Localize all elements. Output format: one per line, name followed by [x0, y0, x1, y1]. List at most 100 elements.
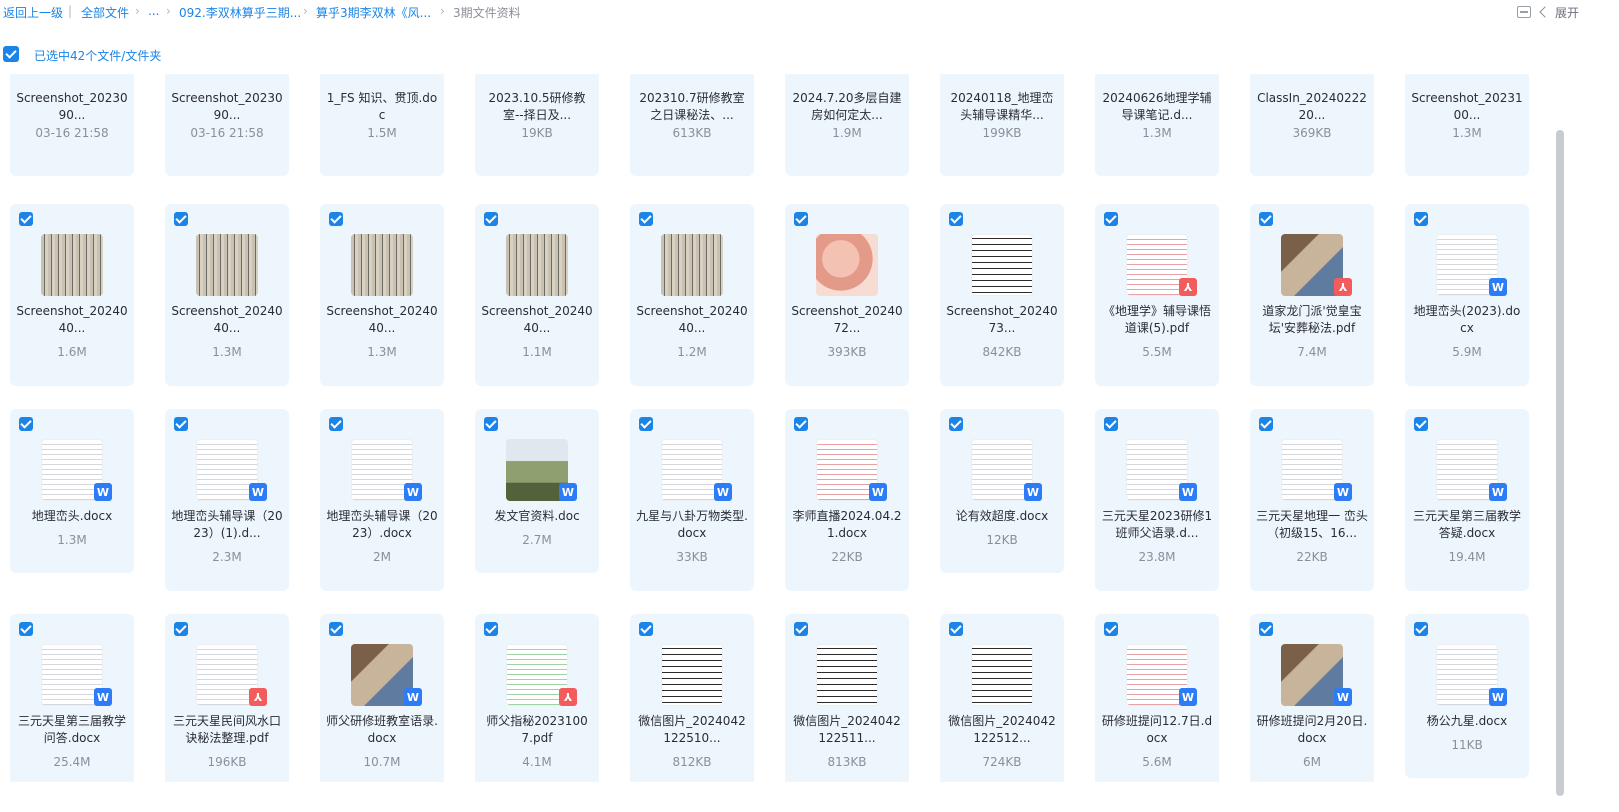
file-card[interactable]: W20240118_地理峦头辅导课精华...199KB — [940, 74, 1064, 176]
file-name: 2023.10.5研修教室--择日及... — [488, 91, 586, 122]
file-checkbox[interactable] — [484, 212, 498, 226]
file-card[interactable]: W 三元天星第三届教学问答.docx 25.4M — [10, 614, 134, 796]
file-checkbox[interactable] — [329, 622, 343, 636]
file-size: 196KB — [207, 755, 247, 769]
file-grid: Screenshot_2023090... 03-16 21:58 Screensh… — [0, 74, 1550, 812]
file-checkbox[interactable] — [329, 417, 343, 431]
file-card[interactable]: W 地理峦头.docx 1.3M — [10, 409, 134, 573]
breadcrumb-divider: | — [68, 4, 73, 18]
file-checkbox[interactable] — [19, 417, 33, 431]
file-checkbox[interactable] — [1104, 622, 1118, 636]
file-card[interactable]: 微信图片_2024042122512... 724KB — [940, 614, 1064, 796]
file-card[interactable]: Screenshot_2024040... 1.2M — [630, 204, 754, 386]
file-checkbox[interactable] — [1414, 212, 1428, 226]
file-checkbox[interactable] — [949, 212, 963, 226]
file-card[interactable]: Screenshot_2024040... 1.3M — [320, 204, 444, 386]
file-checkbox[interactable] — [794, 212, 808, 226]
file-card[interactable]: W 研修班提问12.7日.docx 5.6M — [1095, 614, 1219, 796]
file-checkbox[interactable] — [1414, 417, 1428, 431]
word-file-icon: W — [1334, 483, 1352, 501]
file-card[interactable]: W 发文官资料.doc 2.7M — [475, 409, 599, 573]
file-card[interactable]: W2023.10.5研修教室--择日及...19KB — [475, 74, 599, 176]
back-link[interactable]: 返回上一级 — [3, 4, 63, 21]
file-checkbox[interactable] — [794, 417, 808, 431]
file-card[interactable]: W 三元天星第三届教学答疑.docx 19.4M — [1405, 409, 1529, 591]
breadcrumb-folder-2[interactable]: 算乎3期李双林《风... — [316, 4, 431, 21]
file-checkbox[interactable] — [1259, 417, 1273, 431]
file-name: Screenshot_2024073... — [946, 304, 1058, 335]
file-checkbox[interactable] — [794, 622, 808, 636]
file-card[interactable]: W 地理峦头辅导课（2023）.docx 2M — [320, 409, 444, 591]
file-checkbox[interactable] — [639, 622, 653, 636]
file-card[interactable]: Screenshot_2024040... 1.6M — [10, 204, 134, 386]
file-card[interactable]: W2024.7.20多层自建房如何定太...1.9M — [785, 74, 909, 176]
file-card[interactable]: W1_FS 知识、贯顶.doc1.5M — [320, 74, 444, 176]
file-checkbox[interactable] — [174, 417, 188, 431]
file-card[interactable]: W202310.7研修教室之日课秘法、...613KB — [630, 74, 754, 176]
vertical-scrollbar[interactable] — [1556, 130, 1564, 796]
file-checkbox[interactable] — [174, 622, 188, 636]
file-card[interactable]: ClassIn_2024022220... 369KB — [1250, 74, 1374, 176]
file-size: 1.3M — [367, 345, 397, 359]
file-card[interactable]: Screenshot_2024072... 393KB — [785, 204, 909, 386]
breadcrumb-ellipsis[interactable]: ... — [148, 4, 159, 18]
file-card[interactable]: ⅄ 三元天星民间风水口诀秘法整理.pdf 196KB — [165, 614, 289, 796]
file-card[interactable]: 微信图片_2024042122510... 812KB — [630, 614, 754, 796]
file-size: 5.9M — [1452, 345, 1482, 359]
file-card[interactable]: W 李师直播2024.04.21.docx 22KB — [785, 409, 909, 591]
file-card[interactable]: W20240626地理学辅导课笔记.d...1.3M — [1095, 74, 1219, 176]
file-card[interactable]: Screenshot_2023090... 03-16 21:58 — [165, 74, 289, 176]
select-all-checkbox[interactable] — [3, 46, 19, 62]
file-name: 师父指秘20231007.pdf — [486, 714, 588, 745]
expand-button[interactable]: 展开 — [1539, 4, 1579, 21]
file-card[interactable]: Screenshot_2024040... 1.1M — [475, 204, 599, 386]
file-card[interactable]: Screenshot_2023090... 03-16 21:58 — [10, 74, 134, 176]
file-checkbox[interactable] — [19, 212, 33, 226]
breadcrumb-folder-1[interactable]: 092.李双林算乎三期... — [179, 4, 301, 21]
breadcrumb-all-files[interactable]: 全部文件 — [81, 4, 129, 21]
file-checkbox[interactable] — [1259, 212, 1273, 226]
file-checkbox[interactable] — [639, 417, 653, 431]
file-size: 23.8M — [1138, 550, 1176, 564]
file-card[interactable]: ⅄ 《地理学》辅导课悟道课(5).pdf 5.5M — [1095, 204, 1219, 386]
file-card[interactable]: 微信图片_2024042122511... 813KB — [785, 614, 909, 796]
file-card[interactable]: Screenshot_2024073... 842KB — [940, 204, 1064, 386]
file-checkbox[interactable] — [174, 212, 188, 226]
file-card[interactable]: ⅄ 师父指秘20231007.pdf 4.1M — [475, 614, 599, 796]
file-card[interactable]: W 研修班提问2月20日.docx 6M — [1250, 614, 1374, 796]
file-checkbox[interactable] — [19, 622, 33, 636]
file-checkbox[interactable] — [1259, 622, 1273, 636]
file-card[interactable]: W 地理峦头(2023).docx 5.9M — [1405, 204, 1529, 386]
list-view-icon[interactable] — [1516, 6, 1531, 18]
file-size: 393KB — [827, 345, 867, 359]
file-card[interactable]: W 杨公九星.docx 11KB — [1405, 614, 1529, 778]
file-card[interactable]: W 论有效超度.docx 12KB — [940, 409, 1064, 573]
file-thumbnail — [41, 234, 103, 296]
file-checkbox[interactable] — [329, 212, 343, 226]
file-size: 1.5M — [367, 126, 397, 140]
file-checkbox[interactable] — [1104, 417, 1118, 431]
file-name: 研修班提问12.7日.docx — [1101, 714, 1213, 745]
file-card[interactable]: W 师父研修班教室语录.docx 10.7M — [320, 614, 444, 796]
file-checkbox[interactable] — [1414, 622, 1428, 636]
file-name: 三元天星第三届教学问答.docx — [17, 714, 126, 745]
file-checkbox[interactable] — [639, 212, 653, 226]
file-card[interactable]: W 九星与八卦万物类型.docx 33KB — [630, 409, 754, 591]
file-card[interactable]: ⅄ 道家龙门派'觉皇宝坛'安葬秘法.pdf 7.4M — [1250, 204, 1374, 386]
file-checkbox[interactable] — [1104, 212, 1118, 226]
file-name: 地理峦头(2023).docx — [1413, 304, 1521, 335]
file-card[interactable]: W 三元天星地理一 峦头（初级15、16... 22KB — [1250, 409, 1374, 591]
file-checkbox[interactable] — [949, 417, 963, 431]
file-thumbnail — [506, 234, 568, 296]
file-card[interactable]: Screenshot_2023100... 1.3M — [1405, 74, 1529, 176]
file-size: 1.3M — [212, 345, 242, 359]
word-file-icon: W — [1489, 688, 1507, 706]
file-checkbox[interactable] — [484, 417, 498, 431]
file-checkbox[interactable] — [484, 622, 498, 636]
file-card[interactable]: W 三元天星2023研修1班师父语录.d... 23.8M — [1095, 409, 1219, 591]
file-card[interactable]: W 地理峦头辅导课（2023）(1).d... 2.3M — [165, 409, 289, 591]
file-checkbox[interactable] — [949, 622, 963, 636]
file-card[interactable]: Screenshot_2024040... 1.3M — [165, 204, 289, 386]
file-thumbnail — [196, 234, 258, 296]
file-thumbnail — [971, 234, 1033, 296]
